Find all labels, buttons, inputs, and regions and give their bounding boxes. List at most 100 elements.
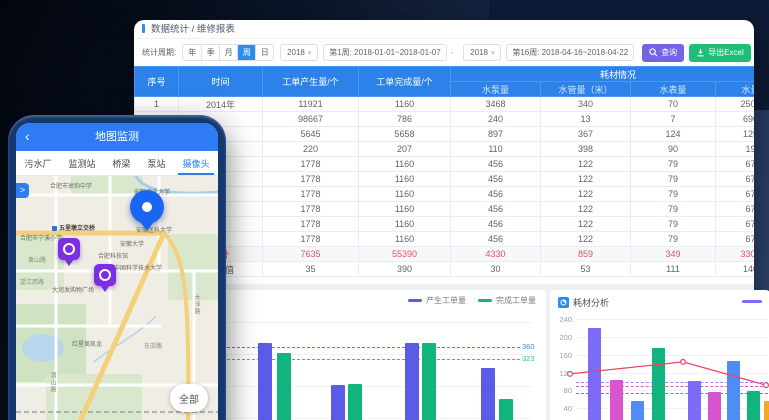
map-view[interactable]: 合肥市琥珀中学安徽农业大学五里墩立交桥合肥市宁溪小学安徽医科大学安徽大学合肥科技… (16, 176, 218, 420)
reference-label: 360 (522, 342, 535, 351)
map-label: 五里墩立交桥 (52, 226, 95, 233)
table-row: 10177811604561227967 (135, 232, 755, 247)
chart-title: 耗材分析 (573, 296, 609, 309)
map-label: 合肥市宁溪小学 (20, 236, 62, 243)
sub-column-header: 水泵量 (451, 82, 541, 97)
breadcrumb: 数据统计 / 维修报表 (134, 20, 754, 39)
consumable-chart: 2402001601208040 (550, 290, 769, 420)
table-row: 42202071103989019 (135, 142, 755, 157)
map-label: 潜山路 (48, 372, 55, 393)
bar (405, 343, 419, 420)
bar (499, 399, 513, 420)
bar (481, 368, 495, 420)
breadcrumb-text: 数据统计 / 维修报表 (151, 24, 235, 35)
all-filter-button[interactable]: 全部 (170, 384, 208, 412)
bar (258, 343, 272, 420)
end-week-input[interactable]: 第16周: 2018-04-16~2018-04-22 (506, 44, 634, 61)
phone-tab[interactable]: 污水厂 (22, 151, 53, 175)
map-label: 大泽路 (192, 294, 199, 315)
phone-tab[interactable]: 摄像头 (180, 151, 211, 175)
map-label: 红星美凯龙 (72, 342, 102, 349)
phone-tab-bar: 污水厂监测站桥梁泵站摄像头 (16, 151, 218, 176)
calendar-icon: ▾ (491, 49, 495, 57)
bar (277, 353, 291, 420)
map-label: 望江西路 (20, 280, 44, 287)
dashboard-panel: 数据统计 / 维修报表 统计周期: 年季月周日 2018▾ 第1周: 2018-… (134, 20, 754, 420)
bar (331, 385, 345, 420)
legend-item[interactable]: 完成工单量 (478, 295, 536, 306)
legend-item[interactable]: 产生工单量 (408, 295, 466, 306)
start-week-input[interactable]: 第1周: 2018-01-01~2018-01-07 (323, 44, 446, 61)
table-row: 6177811604561227967 (135, 172, 755, 187)
camera-pin[interactable] (94, 264, 116, 286)
column-header: 序号 (135, 67, 179, 97)
camera-pin[interactable] (58, 238, 80, 260)
period-segment: 年季月周日 (182, 44, 274, 61)
report-table-wrap: 序号时间工单产生量/个工单完成量/个耗材情况水泵量水管量（米）水表量水量1201… (134, 66, 754, 277)
export-label: 导出Excel (708, 47, 744, 58)
end-year-value: 2018 (470, 48, 488, 57)
start-year-value: 2018 (287, 48, 305, 57)
map-label: 合肥科技馆 (98, 254, 128, 261)
table-row: 12014年1192111603468340702500 (135, 97, 755, 112)
range-separator: - (451, 48, 454, 57)
workorder-chart-legend: 产生工单量 完成工单量 (408, 295, 536, 306)
bar (348, 384, 362, 420)
column-header: 时间 (179, 67, 263, 97)
phone-header: ‹ 地图监测 (16, 123, 218, 151)
total-row: 合计76355539043308593493300 (135, 247, 755, 262)
period-option[interactable]: 日 (255, 45, 273, 60)
group-header: 耗材情况 (451, 67, 755, 82)
legend-swatch (408, 299, 422, 302)
table-row: 9177811604561227967 (135, 217, 755, 232)
end-year-select[interactable]: 2018▾ (463, 44, 501, 61)
phone-tab[interactable]: 监测站 (66, 151, 97, 175)
legend-swatch (478, 299, 492, 302)
page: 数据统计 / 维修报表 统计周期: 年季月周日 2018▾ 第1周: 2018-… (0, 0, 769, 420)
period-option[interactable]: 年 (183, 45, 201, 60)
start-year-select[interactable]: 2018▾ (280, 44, 318, 61)
map-label: 安徽大学 (120, 242, 144, 249)
accent-bar (142, 24, 145, 33)
consumable-chart-header: 耗材分析 (558, 296, 762, 309)
map-label: 东流路 (144, 344, 162, 351)
phone-screen: ‹ 地图监测 污水厂监测站桥梁泵站摄像头 (16, 123, 218, 420)
search-icon (649, 48, 658, 57)
report-table: 序号时间工单产生量/个工单完成量/个耗材情况水泵量水管量（米）水表量水量1201… (134, 66, 754, 277)
phone-title: 地图监测 (16, 123, 218, 151)
map-expand-button[interactable]: > (16, 183, 29, 198)
table-row: 298667786240137690 (135, 112, 755, 127)
map-label: 大润发购物广场 (52, 288, 94, 295)
phone-tab[interactable]: 泵站 (145, 151, 167, 175)
period-label: 统计周期: (142, 47, 176, 58)
download-icon (696, 48, 705, 57)
selected-camera-pin[interactable] (130, 190, 164, 224)
column-header: 工单完成量/个 (359, 67, 451, 97)
table-row: 8177811604561227967 (135, 202, 755, 217)
sub-column-header: 水量 (716, 82, 755, 97)
query-label: 查询 (661, 47, 677, 58)
pie-chart-icon (558, 297, 569, 308)
map-label: 中国科学技术大学 (114, 266, 162, 273)
period-option[interactable]: 月 (219, 45, 237, 60)
bar (422, 343, 436, 420)
table-row: 7177811604561227967 (135, 187, 755, 202)
sub-column-header: 水表量 (631, 82, 716, 97)
map-label: 黄山路 (28, 258, 46, 265)
phone-tab[interactable]: 桥梁 (110, 151, 132, 175)
period-option[interactable]: 季 (201, 45, 219, 60)
export-excel-button[interactable]: 导出Excel (689, 44, 751, 62)
trend-line (550, 290, 769, 420)
consumable-chart-card: 耗材分析 2402001601208040 (550, 290, 769, 420)
map-label: 合肥市琥珀中学 (50, 184, 92, 191)
filter-bar: 统计周期: 年季月周日 2018▾ 第1周: 2018-01-01~2018-0… (134, 39, 754, 66)
table-header: 序号时间工单产生量/个工单完成量/个耗材情况水泵量水管量（米）水表量水量 (135, 67, 755, 97)
table-row: 356455658897367124129 (135, 127, 755, 142)
end-week-value: 第16周: 2018-04-16~2018-04-22 (512, 47, 628, 58)
period-option[interactable]: 周 (237, 45, 255, 60)
table-row: 5177811604561227967 (135, 157, 755, 172)
column-header: 工单产生量/个 (263, 67, 359, 97)
sub-column-header: 水管量（米） (541, 82, 631, 97)
query-button[interactable]: 查询 (642, 44, 684, 62)
average-row: 平均值353903053111140 (135, 262, 755, 277)
